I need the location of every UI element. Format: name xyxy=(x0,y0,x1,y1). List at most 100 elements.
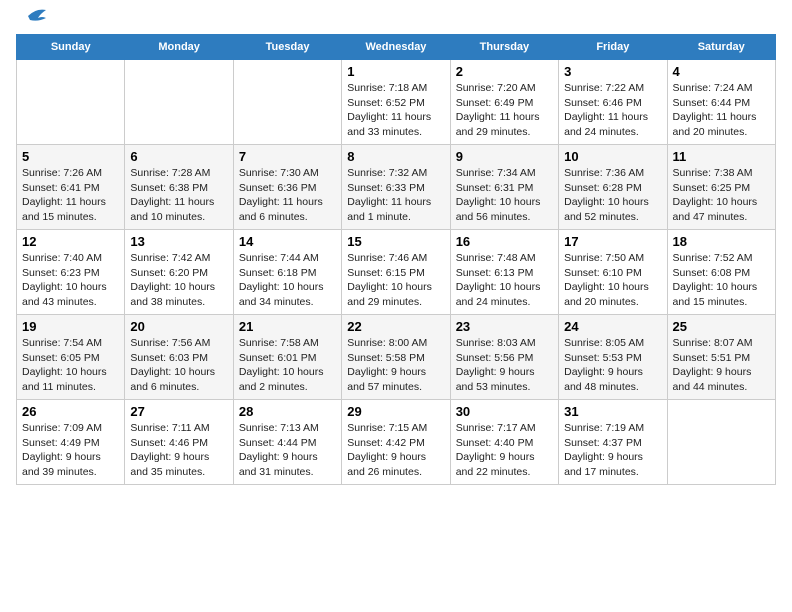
date-number: 9 xyxy=(456,149,553,164)
cell-daylight-info: Sunrise: 7:38 AM Sunset: 6:25 PM Dayligh… xyxy=(673,166,770,225)
calendar-table: SundayMondayTuesdayWednesdayThursdayFrid… xyxy=(16,34,776,485)
date-number: 12 xyxy=(22,234,119,249)
calendar-cell: 6 Sunrise: 7:28 AM Sunset: 6:38 PM Daylig… xyxy=(125,145,233,230)
calendar-cell xyxy=(17,60,125,145)
calendar-cell: 20 Sunrise: 7:56 AM Sunset: 6:03 PM Dayli… xyxy=(125,315,233,400)
calendar-cell xyxy=(233,60,341,145)
date-number: 3 xyxy=(564,64,661,79)
date-number: 31 xyxy=(564,404,661,419)
cell-daylight-info: Sunrise: 7:58 AM Sunset: 6:01 PM Dayligh… xyxy=(239,336,336,395)
date-number: 6 xyxy=(130,149,227,164)
calendar-cell xyxy=(667,400,775,485)
calendar-cell: 24 Sunrise: 8:05 AM Sunset: 5:53 PM Dayli… xyxy=(559,315,667,400)
cell-daylight-info: Sunrise: 7:28 AM Sunset: 6:38 PM Dayligh… xyxy=(130,166,227,225)
date-number: 7 xyxy=(239,149,336,164)
calendar-cell: 10Sunrise: 7:36 AM Sunset: 6:28 PM Dayli… xyxy=(559,145,667,230)
day-header-saturday: Saturday xyxy=(667,35,775,60)
date-number: 19 xyxy=(22,319,119,334)
calendar-cell: 1 Sunrise: 7:18 AM Sunset: 6:52 PM Daylig… xyxy=(342,60,450,145)
date-number: 25 xyxy=(673,319,770,334)
calendar-cell: 18 Sunrise: 7:52 AM Sunset: 6:08 PM Dayli… xyxy=(667,230,775,315)
date-number: 18 xyxy=(673,234,770,249)
calendar-cell: 29 Sunrise: 7:15 AM Sunset: 4:42 PM Dayli… xyxy=(342,400,450,485)
calendar-cell: 4 Sunrise: 7:24 AM Sunset: 6:44 PM Daylig… xyxy=(667,60,775,145)
calendar-cell: 14 Sunrise: 7:44 AM Sunset: 6:18 PM Dayli… xyxy=(233,230,341,315)
calendar-cell: 26 Sunrise: 7:09 AM Sunset: 4:49 PM Dayli… xyxy=(17,400,125,485)
calendar-cell: 22 Sunrise: 8:00 AM Sunset: 5:58 PM Dayli… xyxy=(342,315,450,400)
date-number: 8 xyxy=(347,149,444,164)
date-number: 4 xyxy=(673,64,770,79)
day-header-monday: Monday xyxy=(125,35,233,60)
calendar-cell xyxy=(125,60,233,145)
calendar-cell: 16Sunrise: 7:48 AM Sunset: 6:13 PM Dayli… xyxy=(450,230,558,315)
date-number: 1 xyxy=(347,64,444,79)
calendar-cell: 19 Sunrise: 7:54 AM Sunset: 6:05 PM Dayli… xyxy=(17,315,125,400)
calendar-cell: 13 Sunrise: 7:42 AM Sunset: 6:20 PM Dayli… xyxy=(125,230,233,315)
cell-daylight-info: Sunrise: 7:46 AM Sunset: 6:15 PM Dayligh… xyxy=(347,251,444,310)
date-number: 28 xyxy=(239,404,336,419)
cell-daylight-info: Sunrise: 7:48 AM Sunset: 6:13 PM Dayligh… xyxy=(456,251,553,310)
cell-daylight-info: Sunrise: 7:56 AM Sunset: 6:03 PM Dayligh… xyxy=(130,336,227,395)
cell-daylight-info: Sunrise: 7:13 AM Sunset: 4:44 PM Dayligh… xyxy=(239,421,336,480)
cell-daylight-info: Sunrise: 7:11 AM Sunset: 4:46 PM Dayligh… xyxy=(130,421,227,480)
date-number: 26 xyxy=(22,404,119,419)
cell-daylight-info: Sunrise: 7:24 AM Sunset: 6:44 PM Dayligh… xyxy=(673,81,770,140)
calendar-cell: 8 Sunrise: 7:32 AM Sunset: 6:33 PM Daylig… xyxy=(342,145,450,230)
date-number: 2 xyxy=(456,64,553,79)
cell-daylight-info: Sunrise: 7:54 AM Sunset: 6:05 PM Dayligh… xyxy=(22,336,119,395)
cell-daylight-info: Sunrise: 7:34 AM Sunset: 6:31 PM Dayligh… xyxy=(456,166,553,225)
cell-daylight-info: Sunrise: 7:09 AM Sunset: 4:49 PM Dayligh… xyxy=(22,421,119,480)
calendar-cell: 15 Sunrise: 7:46 AM Sunset: 6:15 PM Dayli… xyxy=(342,230,450,315)
logo xyxy=(16,16,48,26)
calendar-cell: 27 Sunrise: 7:11 AM Sunset: 4:46 PM Dayli… xyxy=(125,400,233,485)
calendar-cell: 30Sunrise: 7:17 AM Sunset: 4:40 PM Dayli… xyxy=(450,400,558,485)
cell-daylight-info: Sunrise: 7:19 AM Sunset: 4:37 PM Dayligh… xyxy=(564,421,661,480)
cell-daylight-info: Sunrise: 7:20 AM Sunset: 6:49 PM Dayligh… xyxy=(456,81,553,140)
cell-daylight-info: Sunrise: 7:30 AM Sunset: 6:36 PM Dayligh… xyxy=(239,166,336,225)
cell-daylight-info: Sunrise: 8:00 AM Sunset: 5:58 PM Dayligh… xyxy=(347,336,444,395)
calendar-cell: 7 Sunrise: 7:30 AM Sunset: 6:36 PM Daylig… xyxy=(233,145,341,230)
page-header xyxy=(16,16,776,26)
cell-daylight-info: Sunrise: 8:07 AM Sunset: 5:51 PM Dayligh… xyxy=(673,336,770,395)
calendar-cell: 9 Sunrise: 7:34 AM Sunset: 6:31 PM Daylig… xyxy=(450,145,558,230)
date-number: 13 xyxy=(130,234,227,249)
cell-daylight-info: Sunrise: 7:42 AM Sunset: 6:20 PM Dayligh… xyxy=(130,251,227,310)
day-header-friday: Friday xyxy=(559,35,667,60)
date-number: 5 xyxy=(22,149,119,164)
cell-daylight-info: Sunrise: 7:15 AM Sunset: 4:42 PM Dayligh… xyxy=(347,421,444,480)
calendar-cell: 21 Sunrise: 7:58 AM Sunset: 6:01 PM Dayli… xyxy=(233,315,341,400)
cell-daylight-info: Sunrise: 7:36 AM Sunset: 6:28 PM Dayligh… xyxy=(564,166,661,225)
cell-daylight-info: Sunrise: 7:40 AM Sunset: 6:23 PM Dayligh… xyxy=(22,251,119,310)
date-number: 20 xyxy=(130,319,227,334)
date-number: 14 xyxy=(239,234,336,249)
cell-daylight-info: Sunrise: 7:52 AM Sunset: 6:08 PM Dayligh… xyxy=(673,251,770,310)
calendar-cell: 28 Sunrise: 7:13 AM Sunset: 4:44 PM Dayli… xyxy=(233,400,341,485)
calendar-cell: 25 Sunrise: 8:07 AM Sunset: 5:51 PM Dayli… xyxy=(667,315,775,400)
date-number: 22 xyxy=(347,319,444,334)
day-header-tuesday: Tuesday xyxy=(233,35,341,60)
date-number: 15 xyxy=(347,234,444,249)
cell-daylight-info: Sunrise: 7:26 AM Sunset: 6:41 PM Dayligh… xyxy=(22,166,119,225)
cell-daylight-info: Sunrise: 7:22 AM Sunset: 6:46 PM Dayligh… xyxy=(564,81,661,140)
date-number: 21 xyxy=(239,319,336,334)
calendar-cell: 23Sunrise: 8:03 AM Sunset: 5:56 PM Dayli… xyxy=(450,315,558,400)
calendar-cell: 11Sunrise: 7:38 AM Sunset: 6:25 PM Dayli… xyxy=(667,145,775,230)
cell-daylight-info: Sunrise: 7:50 AM Sunset: 6:10 PM Dayligh… xyxy=(564,251,661,310)
cell-daylight-info: Sunrise: 7:18 AM Sunset: 6:52 PM Dayligh… xyxy=(347,81,444,140)
calendar-cell: 5 Sunrise: 7:26 AM Sunset: 6:41 PM Daylig… xyxy=(17,145,125,230)
cell-daylight-info: Sunrise: 7:32 AM Sunset: 6:33 PM Dayligh… xyxy=(347,166,444,225)
cell-daylight-info: Sunrise: 8:05 AM Sunset: 5:53 PM Dayligh… xyxy=(564,336,661,395)
date-number: 30 xyxy=(456,404,553,419)
cell-daylight-info: Sunrise: 7:44 AM Sunset: 6:18 PM Dayligh… xyxy=(239,251,336,310)
date-number: 24 xyxy=(564,319,661,334)
calendar-cell: 12 Sunrise: 7:40 AM Sunset: 6:23 PM Dayli… xyxy=(17,230,125,315)
logo-bird-icon xyxy=(18,6,48,26)
calendar-cell: 17 Sunrise: 7:50 AM Sunset: 6:10 PM Dayli… xyxy=(559,230,667,315)
date-number: 29 xyxy=(347,404,444,419)
calendar-cell: 2 Sunrise: 7:20 AM Sunset: 6:49 PM Daylig… xyxy=(450,60,558,145)
date-number: 17 xyxy=(564,234,661,249)
date-number: 27 xyxy=(130,404,227,419)
calendar-cell: 3 Sunrise: 7:22 AM Sunset: 6:46 PM Daylig… xyxy=(559,60,667,145)
date-number: 23 xyxy=(456,319,553,334)
day-header-wednesday: Wednesday xyxy=(342,35,450,60)
